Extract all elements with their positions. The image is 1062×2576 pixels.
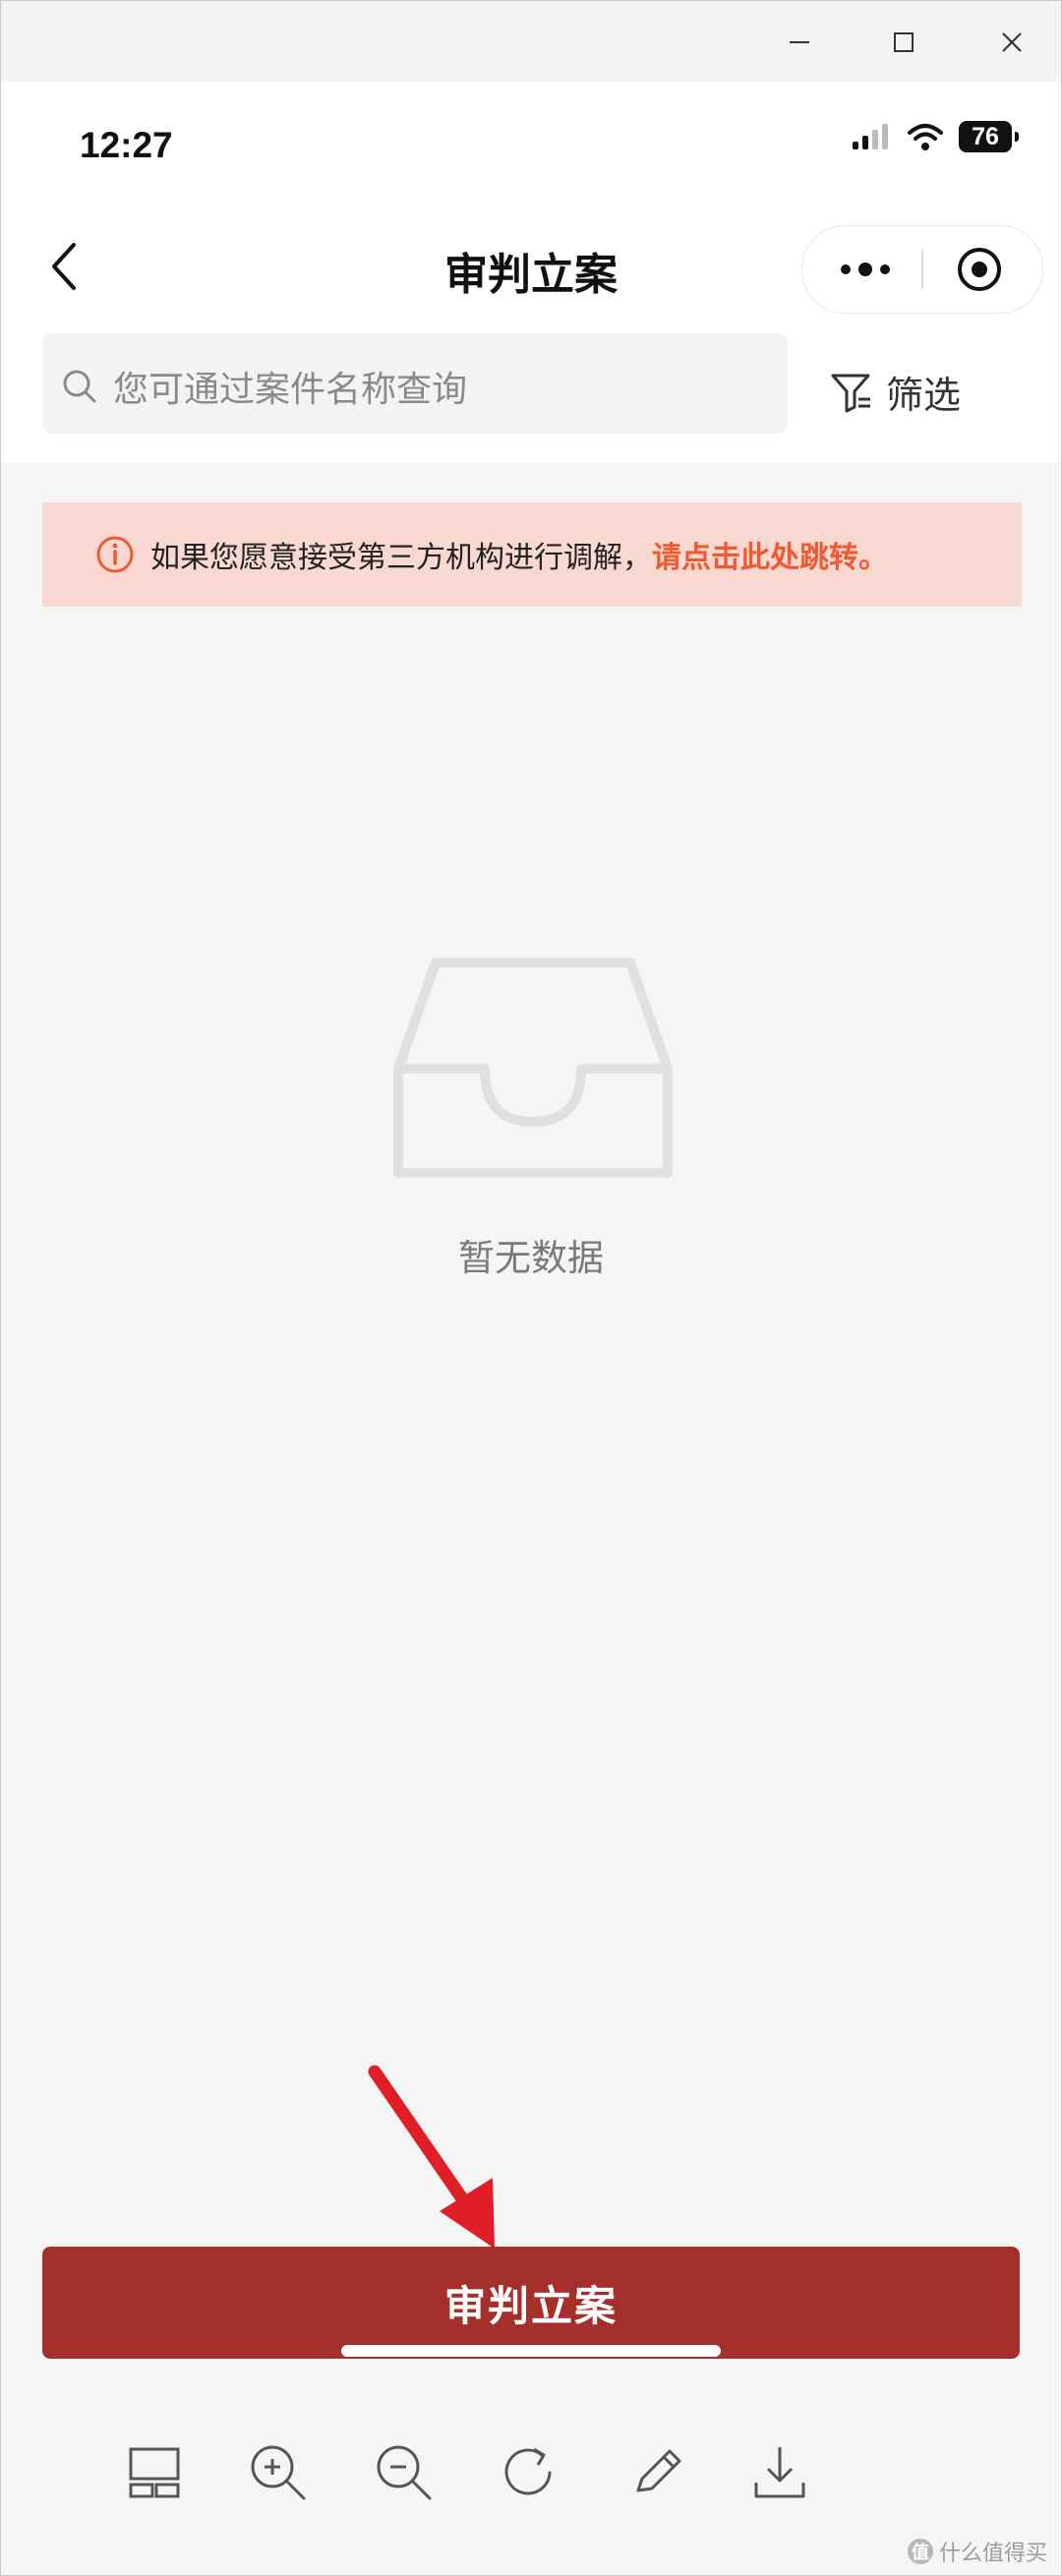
mini-program-capsule [801,225,1043,314]
app-window: 12:27 76 审判立案 您可通过案件名称查询 筛选 如果您愿意接受第三方机构… [0,0,1062,2576]
notice-text: 如果您愿意接受第三方机构进行调解， [150,541,652,575]
status-icons: 76 [851,121,1019,152]
search-input[interactable]: 您可通过案件名称查询 [42,333,788,434]
status-time: 12:27 [80,125,173,165]
layout-icon[interactable] [123,2441,186,2504]
search-placeholder: 您可通过案件名称查询 [113,370,468,410]
annotation-arrow-icon [368,2065,495,2249]
target-icon [958,248,1001,291]
viewer-toolbar [1,2430,1061,2518]
close-mini-program-button[interactable] [940,246,1019,293]
battery-indicator: 76 [959,121,1019,152]
empty-state-text: 暂无数据 [458,1237,604,1279]
empty-inbox-icon [393,958,673,1178]
watermark: 值 什么值得买 [907,2536,1047,2567]
file-case-button[interactable]: 审判立案 [42,2247,1020,2359]
more-dots-icon [841,263,890,276]
rotate-icon[interactable] [499,2441,561,2504]
download-icon[interactable] [748,2441,811,2504]
info-icon [96,536,134,573]
search-icon [63,370,96,403]
watermark-text: 什么值得买 [938,2542,1047,2566]
close-icon[interactable] [990,21,1033,64]
home-indicator [341,2345,721,2357]
minimize-icon[interactable] [778,21,821,64]
window-titlebar [1,1,1061,82]
signal-icon [853,124,888,149]
phone-header: 12:27 76 审判立案 您可通过案件名称查询 筛选 [1,82,1061,463]
filter-icon [831,374,870,412]
edit-icon[interactable] [624,2441,687,2504]
mediation-notice: 如果您愿意接受第三方机构进行调解， 请点击此处跳转。 [42,502,1022,607]
maximize-icon[interactable] [882,21,925,64]
watermark-badge: 值 [907,2539,933,2564]
capsule-divider [921,250,923,289]
more-button[interactable] [826,246,905,293]
wifi-icon [908,124,943,150]
zoom-out-icon[interactable] [373,2441,436,2504]
filter-label: 筛选 [886,374,962,417]
filter-button[interactable]: 筛选 [829,365,961,419]
zoom-in-icon[interactable] [247,2441,310,2504]
notice-link[interactable]: 请点击此处跳转。 [652,533,888,576]
